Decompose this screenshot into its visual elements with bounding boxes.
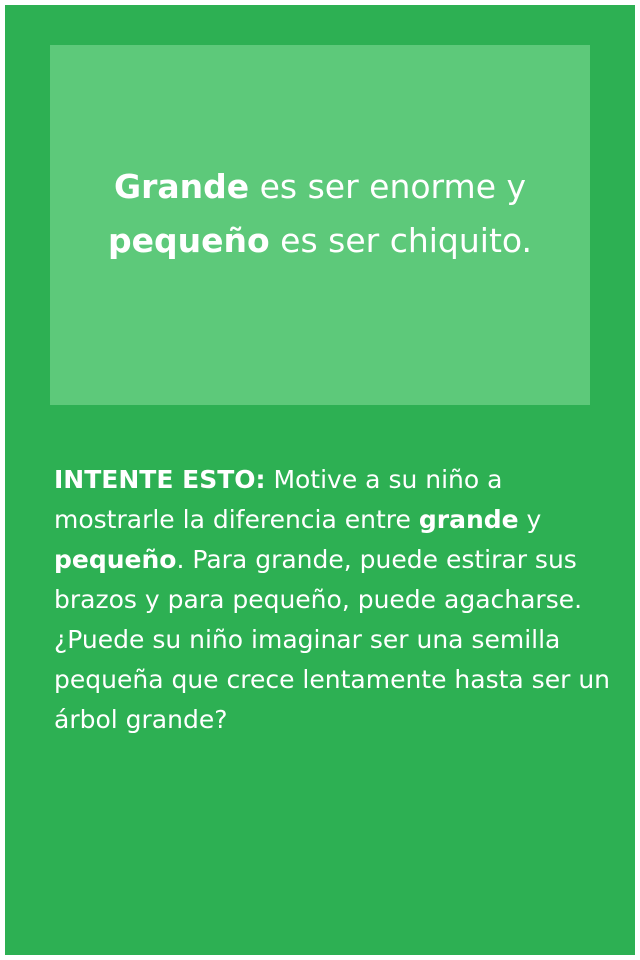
headline-word-pequeno: pequeño [108, 221, 270, 260]
tip-bold-pequeno: pequeño [54, 545, 177, 574]
headline-text-part2: es ser chiquito. [269, 221, 532, 260]
tip-bold-grande: grande [418, 505, 519, 534]
headline-word-grande: Grande [113, 167, 250, 206]
headline-text-part1: es ser enorme y [249, 167, 527, 206]
headline-text: Grande es ser enorme y pequeño es ser chi… [108, 160, 532, 290]
tip-paragraph: INTENTE ESTO: Motive a su niño a mostrar… [54, 460, 614, 740]
headline-panel: Grande es ser enorme y pequeño es ser chi… [50, 45, 590, 405]
tip-text-part2: y [518, 505, 542, 534]
card-background: Grande es ser enorme y pequeño es ser chi… [5, 5, 635, 955]
tip-lead: INTENTE ESTO: [54, 465, 266, 494]
